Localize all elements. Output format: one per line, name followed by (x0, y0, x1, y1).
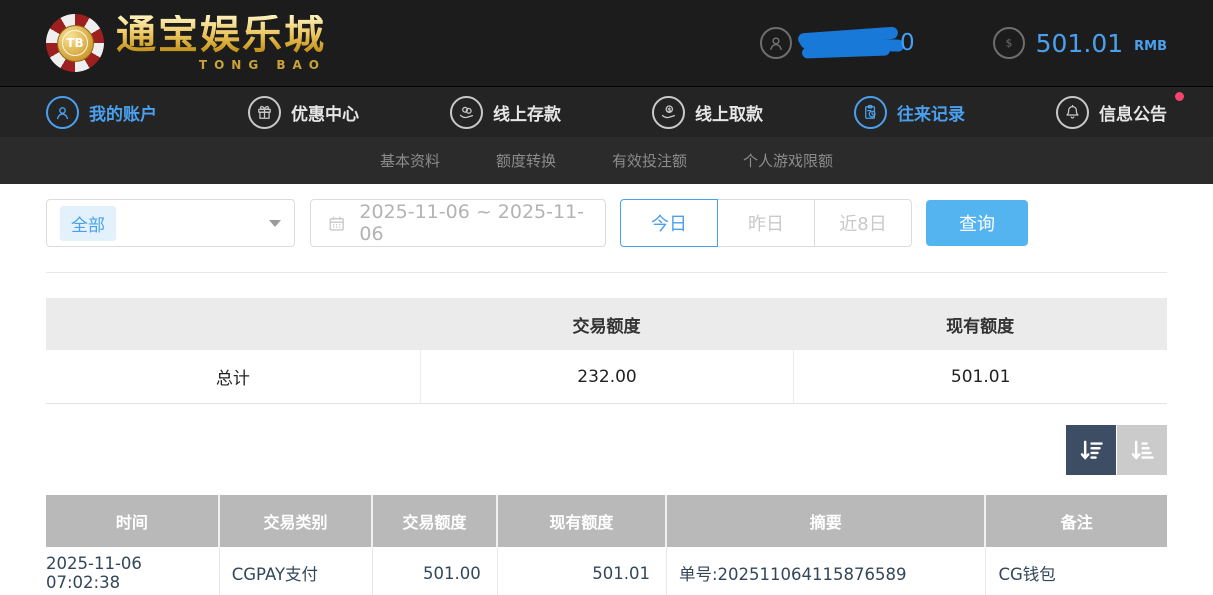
section-divider (46, 272, 1167, 273)
date-range-value: 2025-11-06 ~ 2025-11-06 (359, 201, 589, 245)
balance-currency: RMB (1134, 39, 1167, 54)
poker-chip-logo-icon: TB (46, 14, 104, 72)
nav-label: 往来记录 (897, 100, 965, 125)
table-row: 2025-11-06 07:02:38 CGPAY支付 501.00 501.0… (46, 547, 1167, 595)
record-summary: 单号:202511064115876589 (667, 547, 986, 595)
last-8-days-button[interactable]: 近8日 (814, 199, 912, 247)
logo-badge: TB (62, 30, 88, 56)
sort-ascending-icon (1128, 436, 1156, 464)
balance-amount: 501.01 (1036, 29, 1123, 58)
summary-header-transaction-amount: 交易额度 (420, 298, 794, 350)
nav-label: 优惠中心 (291, 100, 359, 125)
summary-header-row: 交易额度 现有额度 (46, 298, 1167, 350)
nav-item-withdraw[interactable]: $ 线上取款 (652, 96, 763, 129)
notification-dot (1175, 92, 1184, 101)
main-content: 全部 2025-11-06 ~ 2025-11-06 今日 昨日 近8日 查询 … (46, 199, 1167, 595)
records-header-note: 备注 (986, 495, 1166, 547)
nav-item-promotions[interactable]: 优惠中心 (248, 96, 359, 129)
summary-current-amount: 501.01 (793, 350, 1167, 403)
site-logo[interactable]: TB 通宝娱乐城 TONG BAO (46, 14, 326, 72)
chevron-down-icon (269, 220, 281, 227)
user-avatar-icon (760, 27, 792, 59)
user-account-chip[interactable]: 0 (760, 26, 915, 60)
nav-item-transaction-records[interactable]: 往来记录 (854, 96, 965, 129)
nav-item-announcements[interactable]: 信息公告 (1056, 96, 1167, 129)
site-title: 通宝娱乐城 (116, 15, 326, 55)
gift-icon (248, 96, 281, 129)
search-button[interactable]: 查询 (926, 200, 1028, 246)
summary-table: 交易额度 现有额度 总计 232.00 501.01 (46, 298, 1167, 404)
record-time: 2025-11-06 07:02:38 (46, 547, 220, 595)
nav-label: 线上取款 (695, 100, 763, 125)
record-amount: 501.00 (373, 547, 497, 595)
nav-label: 线上存款 (493, 100, 561, 125)
date-range-input[interactable]: 2025-11-06 ~ 2025-11-06 (310, 199, 606, 247)
sub-nav: 基本资料 额度转换 有效投注额 个人游戏限额 (0, 137, 1213, 184)
deposit-icon (450, 96, 483, 129)
username-suffix: 0 (900, 30, 915, 56)
nav-item-my-account[interactable]: 我的账户 (46, 96, 157, 129)
summary-header-empty (46, 298, 420, 350)
sort-ascending-button[interactable] (1117, 425, 1167, 475)
dollar-icon: $ (993, 27, 1025, 59)
transaction-type-select[interactable]: 全部 (46, 199, 295, 247)
nav-label: 我的账户 (89, 100, 157, 125)
subnav-item-game-limits[interactable]: 个人游戏限额 (743, 150, 833, 171)
wallet-balance[interactable]: $ 501.01 RMB (993, 27, 1167, 59)
selected-type-tag: 全部 (60, 206, 116, 241)
yesterday-button[interactable]: 昨日 (717, 199, 815, 247)
withdraw-icon: $ (652, 96, 685, 129)
summary-total-label: 总计 (46, 350, 420, 403)
summary-header-current-amount: 现有额度 (793, 298, 1167, 350)
main-nav: 我的账户 优惠中心 线上存款 (0, 86, 1213, 137)
subnav-item-basic-info[interactable]: 基本资料 (380, 150, 440, 171)
sort-controls (46, 425, 1167, 475)
today-button[interactable]: 今日 (620, 199, 718, 247)
records-header-row: 时间 交易类别 交易额度 现有额度 摘要 备注 (46, 495, 1167, 547)
quick-date-button-group: 今日 昨日 近8日 (620, 199, 912, 247)
records-header-amount: 交易额度 (373, 495, 497, 547)
bell-icon (1056, 96, 1089, 129)
records-header-summary: 摘要 (667, 495, 986, 547)
summary-total-row: 总计 232.00 501.01 (46, 350, 1167, 404)
user-icon (46, 96, 79, 129)
site-subtitle: TONG BAO (116, 58, 326, 72)
subnav-item-valid-bets[interactable]: 有效投注额 (612, 150, 687, 171)
redacted-username-scribble (798, 26, 904, 60)
record-note: CG钱包 (986, 547, 1166, 595)
nav-item-deposit[interactable]: 线上存款 (450, 96, 561, 129)
records-header-time: 时间 (46, 495, 220, 547)
records-icon (854, 96, 887, 129)
svg-text:$: $ (1005, 36, 1012, 49)
svg-text:$: $ (667, 106, 671, 113)
nav-label: 信息公告 (1099, 100, 1167, 125)
calendar-icon (327, 213, 346, 234)
records-header-balance: 现有额度 (498, 495, 667, 547)
sort-descending-button[interactable] (1066, 425, 1116, 475)
site-header: TB 通宝娱乐城 TONG BAO 0 $ (0, 0, 1213, 86)
subnav-item-quota-transfer[interactable]: 额度转换 (496, 150, 556, 171)
records-header-type: 交易类别 (220, 495, 374, 547)
filter-bar: 全部 2025-11-06 ~ 2025-11-06 今日 昨日 近8日 查询 (46, 199, 1167, 247)
sort-descending-icon (1077, 436, 1105, 464)
summary-transaction-amount: 232.00 (420, 350, 794, 403)
record-balance: 501.01 (498, 547, 667, 595)
records-table: 时间 交易类别 交易额度 现有额度 摘要 备注 2025-11-06 07:02… (46, 495, 1167, 595)
record-type: CGPAY支付 (220, 547, 374, 595)
